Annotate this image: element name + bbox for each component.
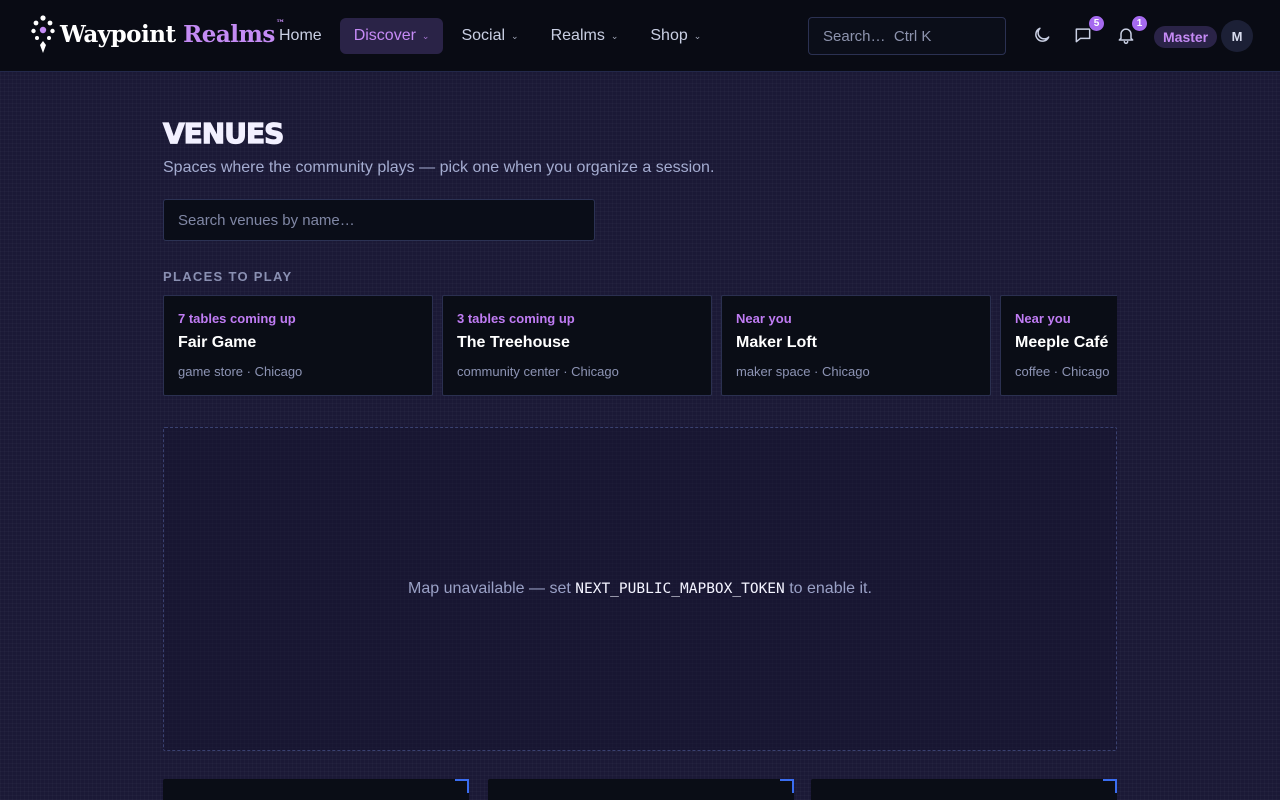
- nav-discover[interactable]: Discover ⌄: [339, 18, 444, 54]
- map-msg-after: to enable it.: [784, 580, 872, 597]
- map-unavailable-message: Map unavailable — set NEXT_PUBLIC_MAPBOX…: [408, 580, 872, 598]
- nav-social-label: Social: [461, 27, 506, 44]
- page-subtitle: Spaces where the community plays — pick …: [163, 159, 715, 176]
- nav-home-label: Home: [279, 27, 322, 44]
- logo-icon: [31, 15, 55, 53]
- venue-card-info: maker space · Chicago: [736, 364, 870, 379]
- venue-card-meta: 3 tables coming up: [457, 311, 575, 326]
- venue-card[interactable]: 3 tables coming up The Treehouse communi…: [442, 295, 712, 396]
- map-msg-before: Map unavailable — set: [408, 580, 576, 597]
- nav-shop[interactable]: Shop ⌄: [636, 18, 715, 54]
- notifications-button[interactable]: 1: [1113, 15, 1148, 48]
- nav-home[interactable]: Home: [265, 18, 336, 54]
- venue-card-info: coffee · Chicago: [1015, 364, 1110, 379]
- corner-accent: [780, 779, 794, 793]
- chevron-down-icon: ⌄: [693, 30, 702, 41]
- section-heading: PLACES TO PLAY: [163, 269, 293, 284]
- venue-card-info: community center · Chicago: [457, 364, 619, 379]
- venue-card-name: Meeple Café: [1015, 334, 1109, 351]
- messages-count-badge: 5: [1088, 15, 1105, 32]
- user-role-badge: Master: [1154, 26, 1218, 48]
- theme-toggle-button[interactable]: [1029, 22, 1055, 48]
- main-nav: Home Discover ⌄ Social ⌄ Realms ⌄ Shop ⌄: [265, 18, 719, 54]
- nav-shop-label: Shop: [650, 27, 688, 44]
- venue-cards-carousel[interactable]: 7 tables coming up Fair Game game store …: [163, 295, 1117, 396]
- venue-list-card[interactable]: [811, 779, 1117, 800]
- venue-card-meta: Near you: [736, 311, 792, 326]
- venue-card-meta: 7 tables coming up: [178, 311, 296, 326]
- venue-card-meta: Near you: [1015, 311, 1071, 326]
- global-search-input[interactable]: [808, 17, 1006, 55]
- notifications-count-badge: 1: [1131, 15, 1148, 32]
- venue-card-name: The Treehouse: [457, 334, 570, 351]
- logo-name-accent: Realms: [183, 20, 275, 48]
- venue-card-info: game store · Chicago: [178, 364, 303, 379]
- user-avatar[interactable]: M: [1221, 20, 1253, 52]
- venue-card-name: Fair Game: [178, 334, 257, 351]
- chevron-down-icon: ⌄: [610, 30, 619, 41]
- nav-social[interactable]: Social ⌄: [447, 18, 532, 54]
- messages-button[interactable]: 5: [1070, 15, 1105, 48]
- venue-list-card[interactable]: [488, 779, 794, 800]
- nav-realms-label: Realms: [550, 27, 605, 44]
- nav-discover-label: Discover: [353, 27, 416, 44]
- map-placeholder: Map unavailable — set NEXT_PUBLIC_MAPBOX…: [163, 427, 1117, 751]
- logo-wordmark: Waypoint Realms™: [60, 19, 285, 48]
- venue-card[interactable]: Near you Meeple Café coffee · Chicago: [1000, 295, 1117, 396]
- page-title: VENUES: [162, 116, 284, 150]
- moon-icon: [1035, 27, 1050, 42]
- venue-card-name: Maker Loft: [736, 334, 817, 351]
- corner-accent: [1103, 779, 1117, 793]
- venue-search-input[interactable]: [163, 199, 595, 241]
- venue-card[interactable]: Near you Maker Loft maker space · Chicag…: [721, 295, 991, 396]
- venue-card[interactable]: 7 tables coming up Fair Game game store …: [163, 295, 433, 396]
- top-navbar: Waypoint Realms™ Home Discover ⌄ Social …: [0, 0, 1280, 72]
- chevron-down-icon: ⌄: [421, 30, 430, 41]
- nav-realms[interactable]: Realms ⌄: [537, 18, 633, 54]
- chevron-down-icon: ⌄: [511, 30, 519, 41]
- corner-accent: [455, 779, 469, 793]
- venue-list-card[interactable]: [163, 779, 469, 800]
- app-logo[interactable]: Waypoint Realms™: [30, 14, 285, 54]
- logo-name-main: Waypoint: [60, 20, 184, 48]
- map-env-var: NEXT_PUBLIC_MAPBOX_TOKEN: [575, 581, 785, 597]
